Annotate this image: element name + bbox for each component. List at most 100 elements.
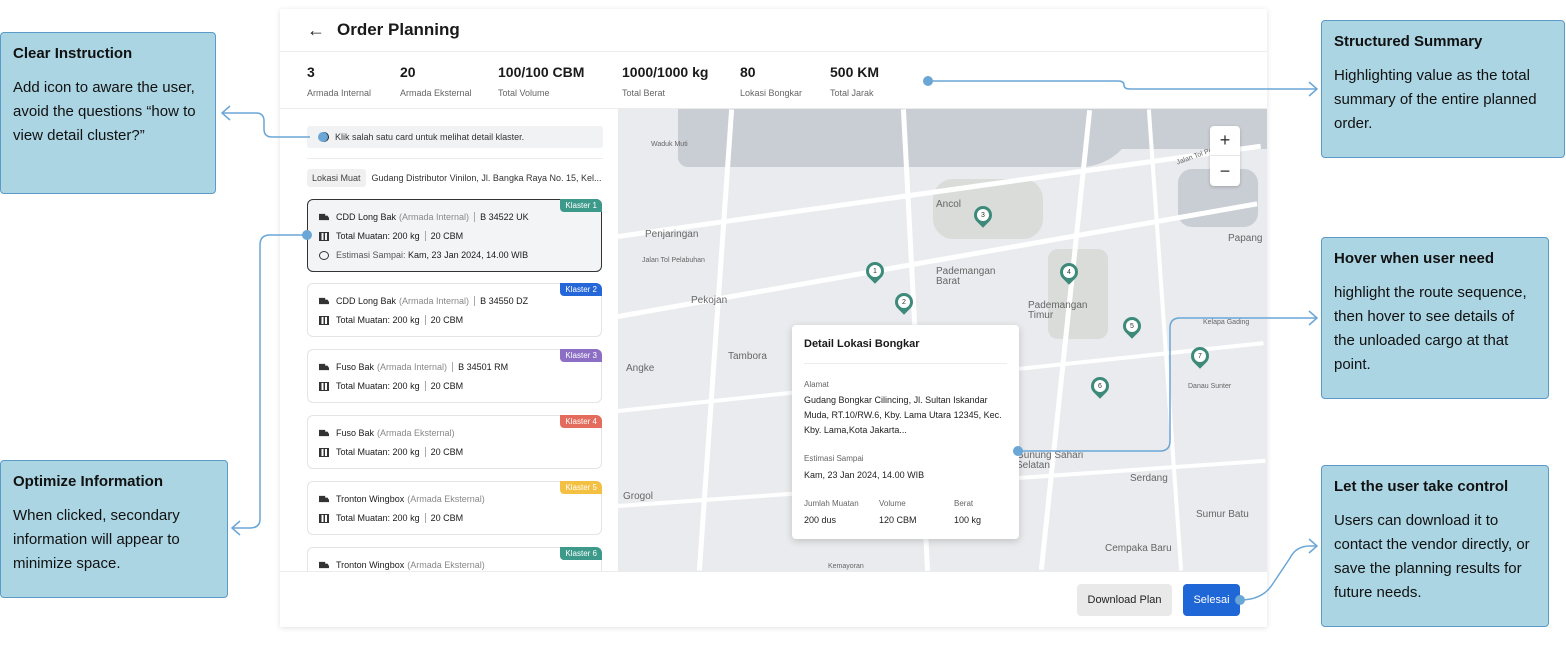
annotation-structured-summary: Structured Summary Highlighting value as… [1321, 20, 1565, 158]
muatan-label: Total Muatan: [336, 231, 391, 241]
truck-icon [319, 495, 329, 503]
cluster-badge: Klaster 5 [560, 481, 602, 494]
map-label: Tambora [728, 351, 767, 362]
annotation-title: Structured Summary [1334, 33, 1483, 50]
zoom-out-button[interactable]: − [1210, 156, 1240, 186]
stat-label: Lokasi Bongkar [740, 88, 803, 98]
plate-number: B 34550 DZ [480, 296, 529, 306]
stat-value: 1000/1000 kg [622, 64, 709, 80]
pin-number: 3 [977, 209, 989, 221]
divider [474, 212, 476, 222]
stat-armada-internal: 3 Armada Internal [307, 64, 371, 98]
stat-value: 100/100 CBM [498, 64, 585, 80]
cluster-list-panel: i Klik salah satu card untuk melihat det… [280, 109, 618, 571]
muatan-weight: 200 kg [392, 381, 420, 391]
connector-control-arrow [1308, 538, 1319, 554]
vehicle-name: CDD Long Bak [336, 296, 397, 306]
divider [424, 513, 426, 523]
cargo-icon [319, 513, 329, 523]
jumlah-label: Jumlah Muatan [804, 499, 859, 508]
estimasi-label: Estimasi Sampai [804, 454, 864, 463]
cluster-badge: Klaster 2 [560, 283, 602, 296]
stat-label: Total Volume [498, 88, 550, 98]
armada-type: (Armada Eksternal) [407, 560, 485, 570]
map-label: Penjaringan [645, 229, 699, 240]
map-label: Sumur Batu [1196, 509, 1249, 520]
vehicle-row: CDD Long Bak (Armada Internal) B 34550 D… [319, 296, 528, 306]
cluster-badge: Klaster 4 [560, 415, 602, 428]
muatan-volume: 20 CBM [430, 513, 464, 523]
stat-value: 20 [400, 64, 416, 80]
annotation-title: Optimize Information [13, 473, 163, 490]
map-label: Papang [1228, 233, 1263, 244]
truck-icon [319, 363, 329, 371]
back-arrow-icon[interactable]: ← [307, 20, 325, 41]
muatan-row: Total Muatan: 200 kg 20 CBM [319, 231, 463, 241]
armada-type: (Armada Internal) [399, 296, 470, 306]
map-label: Serdang [1130, 473, 1168, 484]
annotation-text: When clicked, secondary information will… [13, 507, 180, 572]
stat-value: 500 KM [830, 64, 880, 80]
annotation-hover: Hover when user need highlight the route… [1321, 237, 1549, 399]
divider [424, 315, 426, 325]
selesai-button[interactable]: Selesai [1183, 584, 1240, 616]
annotation-text: highlight the route sequence, then hover… [1334, 284, 1527, 373]
cluster-card-1[interactable]: Klaster 1 CDD Long Bak (Armada Internal)… [307, 199, 602, 272]
vehicle-name: Fuso Bak [336, 428, 375, 438]
connector-hover-arrow [1308, 310, 1319, 326]
map-label: Waduk Muti [651, 141, 688, 148]
stat-total-jarak: 500 KM Total Jarak [830, 64, 879, 98]
cluster-card-4[interactable]: Klaster 4 Fuso Bak (Armada Eksternal) To… [307, 415, 602, 469]
zoom-in-button[interactable]: + [1210, 126, 1240, 156]
page-title: Order Planning [337, 20, 460, 39]
zoom-control: + − [1210, 126, 1240, 186]
map-label: Pekojan [691, 295, 728, 306]
clock-icon [319, 250, 329, 260]
route-pin-6[interactable]: 6 [1087, 373, 1113, 399]
stat-label: Armada Internal [307, 88, 372, 98]
map-label: Gunung Sahari Selatan [1016, 450, 1084, 471]
connector-summary-arrow [1308, 81, 1319, 97]
route-map[interactable]: Penjaringan Pademangan Barat Pademangan … [618, 109, 1267, 571]
route-pin-5[interactable]: 5 [1119, 313, 1145, 339]
plate-number: B 34501 RM [458, 362, 509, 372]
divider [424, 381, 426, 391]
order-planning-window: ← Order Planning 3 Armada Internal 20 Ar… [280, 9, 1267, 627]
eta-row: Estimasi Sampai: Kam, 23 Jan 2024, 14.00… [319, 250, 528, 260]
pin-number: 6 [1094, 380, 1106, 392]
map-label: Jalan Tol Pelabuhan [642, 257, 705, 264]
vehicle-row: CDD Long Bak (Armada Internal) B 34522 U… [319, 212, 529, 222]
truck-icon [319, 561, 329, 569]
divider [452, 362, 454, 372]
divider [424, 231, 426, 241]
armada-type: (Armada Internal) [377, 362, 448, 372]
annotation-text: Highlighting value as the total summary … [1334, 67, 1537, 132]
cluster-card-6[interactable]: Klaster 6 Tronton Wingbox (Armada Ekster… [307, 547, 602, 571]
route-pin-1[interactable]: 1 [862, 258, 888, 284]
map-label: Kelapa Gading [1203, 319, 1250, 326]
annotation-text: Users can download it to contact the ven… [1334, 512, 1530, 601]
detail-lokasi-popup: Detail Lokasi Bongkar Alamat Gudang Bong… [792, 325, 1019, 539]
vehicle-row: Fuso Bak (Armada Eksternal) [319, 428, 455, 438]
cargo-icon [319, 447, 329, 457]
lokasi-muat: Lokasi Muat Gudang Distributor Vinilon, … [307, 169, 603, 187]
cargo-icon [319, 231, 329, 241]
cluster-card-2[interactable]: Klaster 2 CDD Long Bak (Armada Internal)… [307, 283, 602, 337]
muatan-weight: 200 kg [392, 315, 420, 325]
cluster-card-5[interactable]: Klaster 5 Tronton Wingbox (Armada Ekster… [307, 481, 602, 535]
connector-optimize-arrow [230, 520, 241, 536]
muatan-volume: 20 CBM [430, 231, 464, 241]
annotation-clear-instruction: Clear Instruction Add icon to aware the … [0, 32, 216, 194]
annotation-text: Add icon to aware the user, avoid the qu… [13, 79, 196, 144]
connector-clear-arrow [220, 105, 231, 121]
vehicle-name: CDD Long Bak [336, 212, 397, 222]
map-label: Pademangan Barat [936, 266, 996, 287]
cluster-card-3[interactable]: Klaster 3 Fuso Bak (Armada Internal) B 3… [307, 349, 602, 403]
pin-number: 4 [1063, 266, 1075, 278]
stat-armada-eksternal: 20 Armada Eksternal [400, 64, 472, 98]
muatan-volume: 20 CBM [430, 315, 464, 325]
muatan-volume: 20 CBM [430, 447, 464, 457]
stat-total-berat: 1000/1000 kg Total Berat [622, 64, 708, 98]
summary-stats: 3 Armada Internal 20 Armada Eksternal 10… [280, 52, 1267, 109]
download-plan-button[interactable]: Download Plan [1077, 584, 1172, 616]
